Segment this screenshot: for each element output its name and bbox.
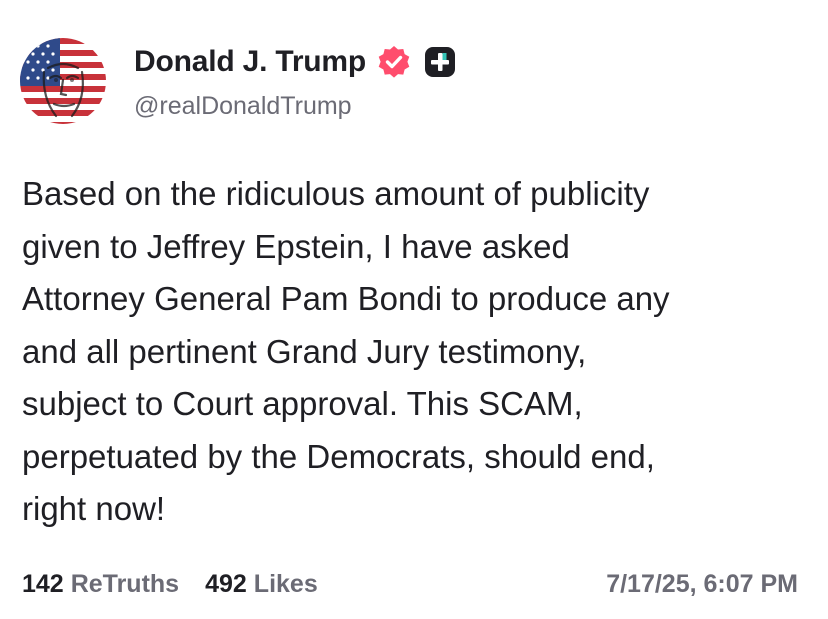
retruths-label: ReTruths xyxy=(70,570,180,598)
avatar[interactable] xyxy=(20,38,106,124)
author-handle[interactable]: @realDonaldTrump xyxy=(134,92,352,121)
likes-stat[interactable]: 492 Likes xyxy=(205,570,318,599)
likes-count: 492 xyxy=(205,570,247,598)
likes-label: Likes xyxy=(253,570,318,598)
post-timestamp[interactable]: 7/17/25, 6:07 PM xyxy=(606,570,798,599)
plus-badge-icon xyxy=(422,44,458,80)
flag-face-avatar-icon xyxy=(20,38,106,124)
retruths-stat[interactable]: 142 ReTruths xyxy=(22,570,179,599)
retruths-count: 142 xyxy=(22,570,64,598)
truth-post: Donald J. Trump @realDonaldTrump Based o… xyxy=(0,0,828,619)
author-name-row: Donald J. Trump xyxy=(134,44,458,80)
post-text: Based on the ridiculous amount of public… xyxy=(22,175,670,527)
post-stats: 142 ReTruths 492 Likes xyxy=(22,570,318,599)
author-display-name[interactable]: Donald J. Trump xyxy=(134,45,366,79)
verified-badge-icon xyxy=(376,44,412,80)
